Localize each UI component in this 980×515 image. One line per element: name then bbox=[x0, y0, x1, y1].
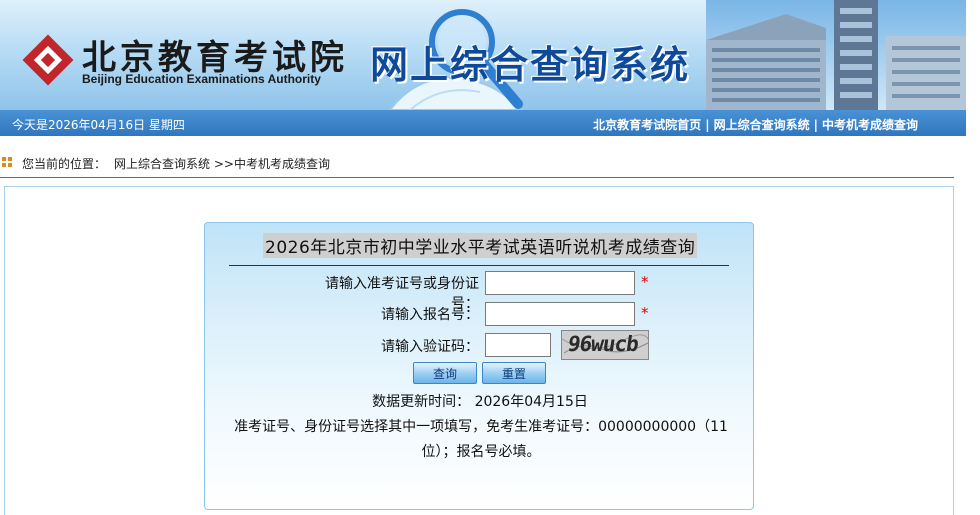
instruction-line-2: 位）；报名号必填。 bbox=[421, 444, 541, 460]
title-divider bbox=[229, 265, 729, 266]
query-panel: 2026年北京市初中学业水平考试英语听说机考成绩查询 请输入准考证号或身份证号：… bbox=[204, 222, 754, 510]
captcha-text: 96wucb bbox=[566, 332, 640, 356]
captcha-label: 请输入验证码： bbox=[381, 339, 479, 355]
breadcrumb-lead: 您当前的位置： bbox=[22, 157, 107, 171]
reset-button[interactable]: 重置 bbox=[482, 362, 546, 384]
grid-dots-icon bbox=[2, 157, 14, 169]
breadcrumb-path[interactable]: 网上综合查询系统 >>中考机考成绩查询 bbox=[114, 157, 330, 171]
top-nav-links: 北京教育考试院首页 | 网上综合查询系统 | 中考机考成绩查询 bbox=[593, 116, 918, 133]
link-bjeea-home[interactable]: 北京教育考试院首页 bbox=[593, 118, 701, 132]
building-illustration bbox=[706, 0, 966, 110]
captcha-input[interactable] bbox=[485, 333, 551, 357]
link-exam-score-query[interactable]: 中考机考成绩查询 bbox=[822, 118, 918, 132]
id-number-input[interactable] bbox=[485, 271, 635, 295]
nav-separator: | bbox=[813, 118, 818, 132]
page-root: 北京教育考试院 Beijing Education Examinations A… bbox=[0, 0, 980, 515]
nav-separator: | bbox=[705, 118, 710, 132]
org-name-en: Beijing Education Examinations Authority bbox=[82, 72, 321, 86]
current-date: 今天是2026年04月16日 星期四 bbox=[12, 118, 185, 132]
query-button[interactable]: 查询 bbox=[413, 362, 477, 384]
data-update-time: 数据更新时间： 2026年04月15日 bbox=[372, 394, 588, 410]
required-mark: * bbox=[641, 304, 649, 322]
registration-number-input[interactable] bbox=[485, 302, 635, 326]
top-nav-bar: 今天是2026年04月16日 星期四 北京教育考试院首页 | 网上综合查询系统 | 中考… bbox=[0, 110, 966, 136]
captcha-image[interactable]: 96wucb bbox=[561, 330, 649, 360]
breadcrumb: 您当前的位置： 网上综合查询系统 >>中考机考成绩查询 bbox=[0, 136, 954, 178]
required-mark: * bbox=[641, 273, 649, 291]
query-title: 2026年北京市初中学业水平考试英语听说机考成绩查询 bbox=[263, 233, 698, 258]
instruction-line-1: 准考证号、身份证号选择其中一项填写，免考生准考证号：00000000000（11 bbox=[234, 419, 728, 435]
link-query-system[interactable]: 网上综合查询系统 bbox=[714, 118, 810, 132]
bjeea-logo-icon bbox=[18, 30, 78, 90]
header-banner: 北京教育考试院 Beijing Education Examinations A… bbox=[0, 0, 966, 110]
instruction-note: 准考证号、身份证号选择其中一项填写，免考生准考证号：00000000000（11… bbox=[231, 415, 731, 465]
system-title: 网上综合查询系统 bbox=[370, 43, 691, 87]
registration-number-label: 请输入报名号： bbox=[381, 307, 479, 323]
